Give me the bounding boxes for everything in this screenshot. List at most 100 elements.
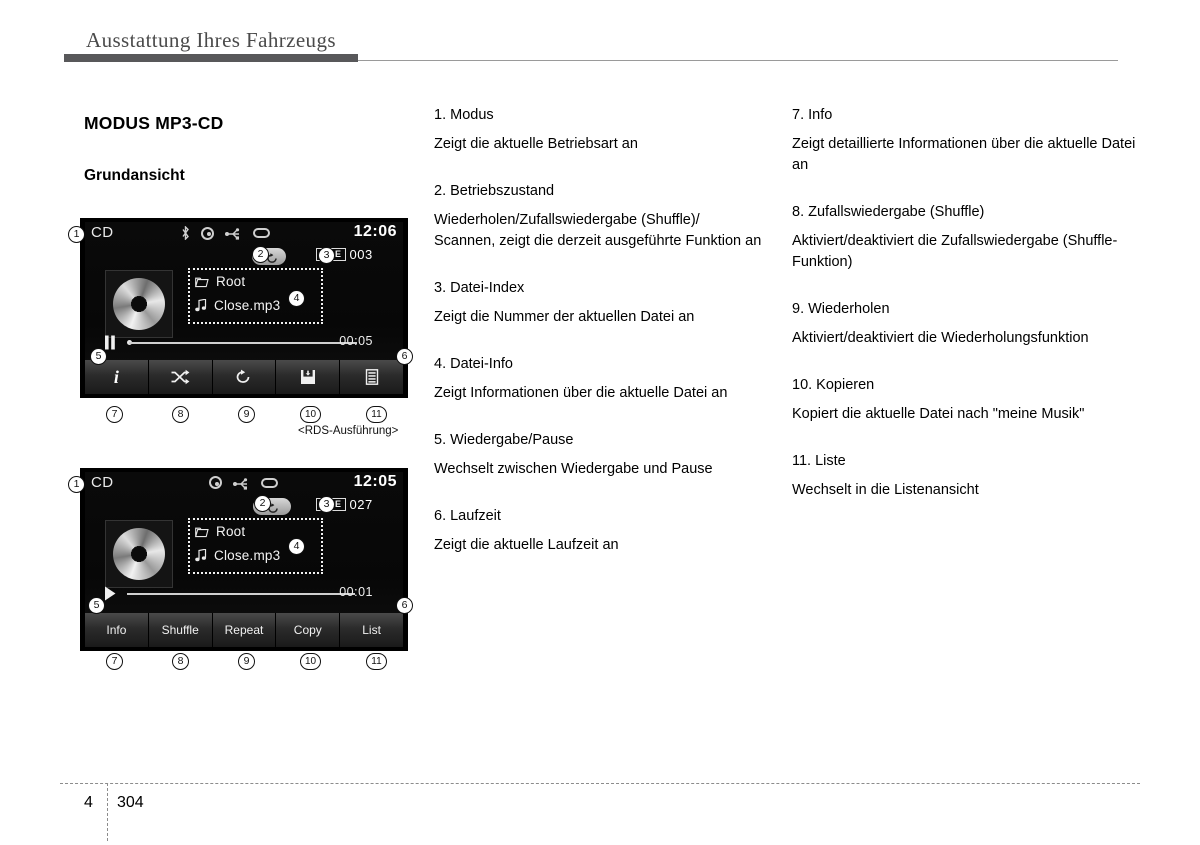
- shuffle-icon: [170, 369, 190, 385]
- legend-item: 1. Modus Zeigt die aktuelle Betriebsart …: [434, 105, 764, 155]
- callout-3: 3: [318, 247, 335, 264]
- callout-3-b: 3: [318, 496, 335, 513]
- list-button[interactable]: [340, 360, 403, 394]
- legend-item: 8. Zufallswiedergabe (Shuffle) Aktiviert…: [792, 202, 1137, 273]
- repeat-button[interactable]: Repeat: [212, 613, 277, 647]
- legend-item: 6. Laufzeit Zeigt die aktuelle Laufzeit …: [434, 506, 764, 556]
- footer-vertical-divider: [107, 783, 108, 841]
- footer-divider: [60, 783, 1140, 784]
- legend-item-title: 10. Kopieren: [792, 377, 875, 394]
- cd-disc-graphic-2: [113, 528, 165, 580]
- info-button[interactable]: Info: [85, 613, 149, 647]
- shuffle-button[interactable]: [148, 360, 213, 394]
- callout-5-b: 5: [88, 597, 105, 614]
- music-note-icon: [195, 298, 207, 312]
- mode-label: CD: [91, 224, 114, 241]
- clock: 12:06: [353, 223, 397, 240]
- copy-button[interactable]: [276, 360, 341, 394]
- repeat-icon: [234, 369, 254, 385]
- callout-6-b: 6: [396, 597, 413, 614]
- page-title: Ausstattung Ihres Fahrzeugs: [86, 28, 336, 52]
- info-icon: i: [113, 366, 119, 387]
- track-row: Close.mp3: [195, 298, 280, 313]
- screen-1-status-bar: CD 12:06: [85, 223, 403, 246]
- legend-item-desc: Wiederholen/Zufallswiedergabe (Shuffle)/…: [434, 212, 762, 250]
- copy-icon: [298, 369, 318, 385]
- disc-icon: [209, 476, 222, 489]
- shuffle-button[interactable]: Shuffle: [148, 613, 213, 647]
- callout-1-b: 1: [68, 476, 85, 493]
- legend-item-desc: Zeigt die aktuelle Laufzeit an: [434, 537, 619, 554]
- oval-icon: [253, 228, 270, 238]
- legend-item-title: 8. Zufallswiedergabe (Shuffle): [792, 204, 985, 221]
- oval-icon: [261, 477, 278, 488]
- file-number-2: 027: [349, 497, 373, 512]
- elapsed-time: 00:05: [339, 334, 373, 348]
- legend-item: 3. Datei-Index Zeigt die Nummer der aktu…: [434, 278, 764, 328]
- usb-icon: [233, 477, 250, 490]
- screen-2-system-icons: [209, 476, 278, 490]
- page-number: 304: [117, 794, 144, 811]
- callout-9-b: 9: [238, 653, 255, 670]
- progress-bar[interactable]: [129, 342, 357, 344]
- screen-2-button-bar: Info Shuffle Repeat Copy List: [85, 613, 403, 647]
- legend-item: 10. Kopieren Kopiert die aktuelle Datei …: [792, 375, 1137, 425]
- legend-item-title: 7. Info: [792, 107, 833, 123]
- screen-2-surface: CD 12:05 027 Root Close.mp3 00:01 Info S…: [85, 472, 403, 647]
- info-button[interactable]: i: [85, 360, 149, 394]
- play-icon[interactable]: [103, 586, 117, 601]
- track-name: Close.mp3: [214, 298, 281, 313]
- repeat-button[interactable]: [212, 360, 277, 394]
- folder-icon: [194, 276, 209, 288]
- callout-2-b: 2: [254, 495, 271, 512]
- callout-8-b: 8: [172, 653, 189, 670]
- legend-item-desc: Zeigt detaillierte Informationen über di…: [792, 136, 1136, 174]
- callout-8: 8: [172, 406, 189, 423]
- legend-item-title: 2. Betriebszustand: [434, 183, 555, 200]
- callout-1: 1: [68, 226, 85, 243]
- callout-4-b: 4: [288, 538, 305, 555]
- legend-item-title: 9. Wiederholen: [792, 301, 890, 318]
- callout-6: 6: [396, 348, 413, 365]
- pause-icon[interactable]: [103, 335, 117, 350]
- callout-7-b: 7: [106, 653, 123, 670]
- legend-item-desc: Zeigt die aktuelle Betriebsart an: [434, 136, 638, 153]
- legend-item: 7. Info Zeigt detaillierte Informationen…: [792, 105, 1137, 176]
- legend-item-title: 4. Datei-Info: [434, 356, 513, 373]
- usb-icon: [225, 227, 242, 240]
- file-number: 003: [349, 247, 373, 262]
- folder-icon: [194, 526, 209, 538]
- legend-item-desc: Zeigt Informationen über die aktuelle Da…: [434, 385, 728, 402]
- callout-2: 2: [252, 246, 269, 263]
- progress-bar-2[interactable]: [127, 593, 355, 595]
- callout-10-b: 10: [300, 653, 321, 670]
- legend-item: 9. Wiederholen Aktiviert/deaktiviert die…: [792, 299, 1137, 349]
- folder-row: Root: [194, 274, 245, 289]
- screen-1-progress-row: 00:05: [85, 334, 403, 352]
- legend-item: 4. Datei-Info Zeigt Informationen über d…: [434, 354, 764, 404]
- legend-item: 5. Wiedergabe/Pause Wechselt zwischen Wi…: [434, 430, 764, 480]
- section-title: MODUS MP3-CD: [84, 113, 224, 133]
- album-art: [105, 270, 173, 338]
- callout-7: 7: [106, 406, 123, 423]
- legend-item-title: 6. Laufzeit: [434, 508, 501, 525]
- music-note-icon: [195, 548, 207, 562]
- legend-item-desc: Wechselt in die Listenansicht: [792, 482, 979, 499]
- legend-item-title: 5. Wiedergabe/Pause: [434, 432, 574, 449]
- legend-item-desc: Aktiviert/deaktiviert die Zufallswiederg…: [792, 233, 1118, 271]
- callout-5: 5: [90, 348, 107, 365]
- list-button[interactable]: List: [340, 613, 403, 647]
- legend-item-title: 1. Modus: [434, 107, 494, 123]
- header-rule-thick: [64, 54, 358, 62]
- copy-button[interactable]: Copy: [276, 613, 341, 647]
- legend-middle-column: 1. Modus Zeigt die aktuelle Betriebsart …: [434, 105, 764, 582]
- screen-1-state-row: 1 FILE 003: [85, 247, 403, 268]
- list-icon: [362, 369, 382, 385]
- head-unit-screen-1: CD 12:06 003 Root Close.mp3 00:05 i: [80, 218, 408, 398]
- legend-item: 2. Betriebszustand Wiederholen/Zufallswi…: [434, 181, 764, 252]
- head-unit-screen-2: CD 12:05 027 Root Close.mp3 00:01 Info S…: [80, 468, 408, 651]
- track-row-2: Close.mp3: [195, 548, 280, 563]
- track-name-2: Close.mp3: [214, 548, 281, 563]
- screen-1-surface: CD 12:06 003 Root Close.mp3 00:05 i: [85, 222, 403, 394]
- page-header: Ausstattung Ihres Fahrzeugs: [0, 0, 1200, 70]
